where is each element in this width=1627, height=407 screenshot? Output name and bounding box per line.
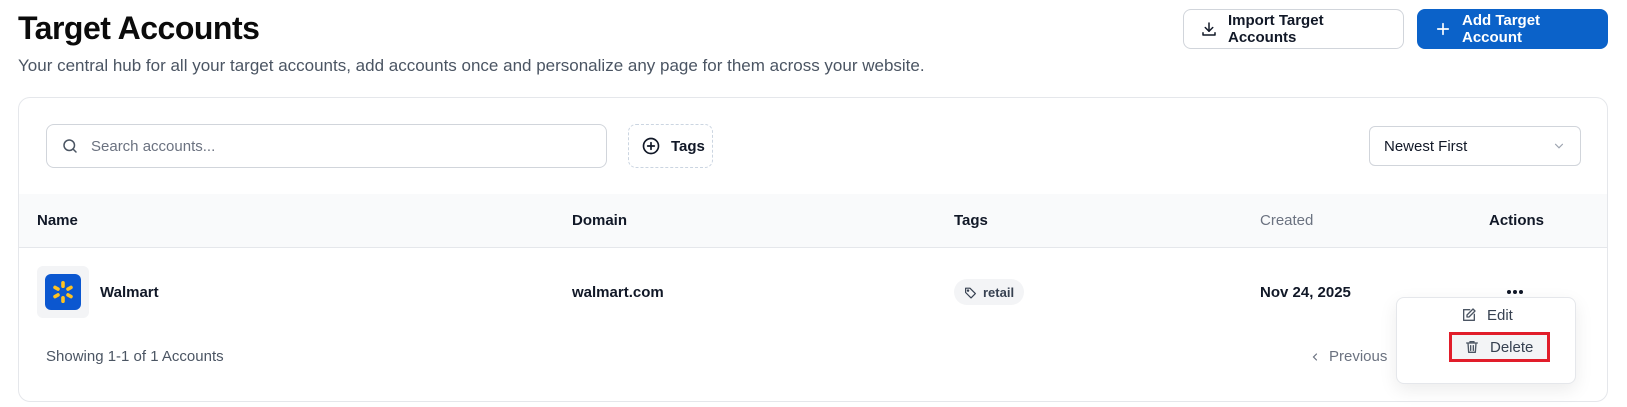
table-row[interactable]: Walmart walmart.com retail Nov 24, 2025 <box>19 249 1607 335</box>
page-subtitle: Your central hub for all your target acc… <box>18 56 925 75</box>
previous-page-label: Previous <box>1329 348 1388 365</box>
sort-select[interactable]: Newest First <box>1369 126 1581 166</box>
column-header-actions: Actions <box>1489 212 1545 229</box>
accounts-card: Tags Newest First Name Domain Tags Creat… <box>18 97 1608 402</box>
plus-circle-icon <box>641 136 661 156</box>
pagination-summary: Showing 1-1 of 1 Accounts <box>46 348 224 365</box>
menu-item-delete-label: Delete <box>1490 338 1534 356</box>
plus-icon <box>1434 20 1452 38</box>
chevron-left-icon <box>1309 351 1321 363</box>
sort-select-value: Newest First <box>1384 137 1468 155</box>
tag-badge[interactable]: retail <box>954 279 1025 305</box>
search-icon <box>61 137 79 155</box>
menu-item-edit-label: Edit <box>1487 306 1513 324</box>
tags-filter-button[interactable]: Tags <box>628 124 713 168</box>
walmart-logo <box>45 274 81 310</box>
menu-item-delete[interactable]: Delete <box>1449 332 1550 362</box>
account-name[interactable]: Walmart <box>100 284 159 301</box>
download-icon <box>1200 20 1218 38</box>
add-button-label: Add Target Account <box>1462 12 1541 46</box>
tags-filter-label: Tags <box>671 137 705 155</box>
table-header: Name Domain Tags Created Actions <box>19 194 1607 248</box>
column-header-name[interactable]: Name <box>37 212 78 229</box>
column-header-tags[interactable]: Tags <box>954 212 988 229</box>
tag-badge-label: retail <box>983 284 1015 300</box>
import-button-label: Import Target Accounts <box>1228 12 1324 46</box>
account-created-date: Nov 24, 2025 <box>1260 284 1351 301</box>
account-logo <box>37 266 89 318</box>
column-header-domain[interactable]: Domain <box>572 212 627 229</box>
page-title: Target Accounts <box>18 10 260 46</box>
account-domain: walmart.com <box>572 284 664 301</box>
add-target-account-button[interactable]: Add Target Account <box>1417 9 1608 49</box>
chevron-down-icon <box>1552 139 1566 153</box>
trash-icon <box>1464 339 1480 355</box>
row-actions-menu: Edit Delete <box>1396 297 1576 384</box>
search-field[interactable] <box>46 124 607 168</box>
search-input[interactable] <box>91 137 606 155</box>
previous-page-button[interactable]: Previous <box>1309 348 1387 365</box>
menu-item-edit[interactable]: Edit <box>1449 300 1575 330</box>
tag-icon <box>964 286 977 299</box>
target-accounts-page: Target Accounts Your central hub for all… <box>0 0 1627 407</box>
more-icon <box>1506 289 1524 295</box>
import-target-accounts-button[interactable]: Import Target Accounts <box>1183 9 1404 49</box>
edit-icon <box>1461 307 1477 323</box>
column-header-created[interactable]: Created <box>1260 212 1313 229</box>
